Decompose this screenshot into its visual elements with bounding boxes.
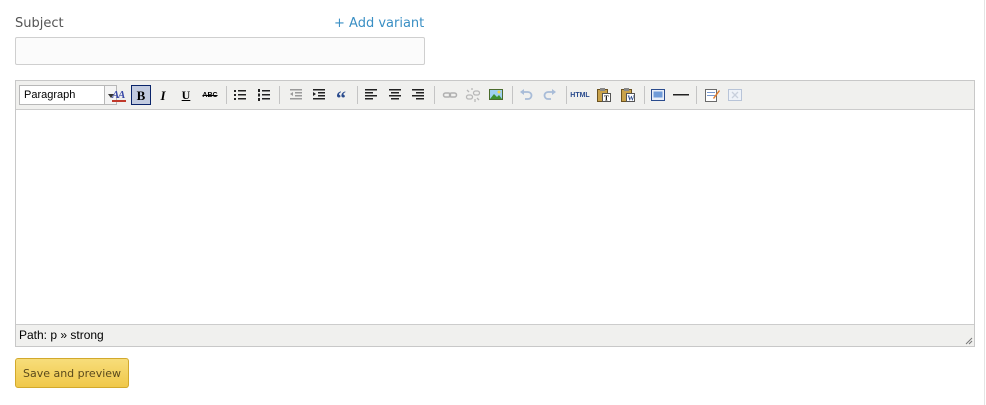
align-left-icon[interactable] — [361, 85, 381, 105]
underline-button[interactable]: U — [176, 85, 196, 105]
svg-text:T: T — [604, 95, 609, 103]
bullet-list-icon[interactable] — [230, 85, 250, 105]
rich-text-editor: Paragraph A A B I U ABC “ HTML T W Path:… — [15, 80, 975, 347]
unlink-icon[interactable] — [463, 85, 483, 105]
undo-icon[interactable] — [516, 85, 536, 105]
italic-icon: I — [160, 87, 166, 103]
indent-icon[interactable] — [309, 85, 329, 105]
editor-statusbar: Path: p » strong — [16, 324, 974, 346]
font-color-icon[interactable]: A A — [109, 85, 129, 105]
paste-text-icon[interactable]: T — [594, 85, 614, 105]
horizontal-rule-icon[interactable] — [671, 85, 691, 105]
subject-label: Subject — [15, 16, 64, 31]
editor-content-area[interactable] — [16, 110, 974, 325]
format-select[interactable]: Paragraph — [19, 85, 105, 105]
underline-icon: U — [181, 88, 191, 102]
align-center-icon[interactable] — [385, 85, 405, 105]
blockquote-button[interactable]: “ — [331, 85, 351, 109]
redo-icon[interactable] — [540, 85, 560, 105]
toolbar-separator — [279, 86, 280, 104]
toolbar-separator — [357, 86, 358, 104]
edit-attributes-icon[interactable] — [702, 85, 722, 105]
page-edge-divider — [984, 0, 985, 405]
subject-input[interactable] — [15, 37, 425, 65]
toolbar-separator — [226, 86, 227, 104]
paste-word-icon[interactable]: W — [618, 85, 638, 105]
align-right-icon[interactable] — [408, 85, 428, 105]
outdent-icon[interactable] — [286, 85, 306, 105]
image-icon[interactable] — [486, 85, 506, 105]
resize-grip-icon[interactable] — [963, 335, 973, 345]
save-and-preview-button[interactable]: Save and preview — [15, 358, 129, 388]
bold-button[interactable]: B — [131, 85, 151, 105]
strikethrough-button[interactable]: ABC — [200, 85, 220, 105]
html-source-icon: HTML — [570, 91, 590, 99]
remove-format-icon[interactable] — [725, 85, 745, 105]
italic-button[interactable]: I — [153, 85, 173, 105]
strikethrough-icon: ABC — [202, 91, 218, 99]
add-variant-link[interactable]: + Add variant — [334, 15, 424, 32]
svg-text:A: A — [117, 89, 125, 101]
toolbar-separator — [566, 86, 567, 104]
svg-text:W: W — [628, 95, 635, 103]
toolbar-separator — [512, 86, 513, 104]
element-path: Path: p » strong — [19, 328, 104, 342]
html-source-button[interactable]: HTML — [570, 85, 590, 105]
blockquote-icon: “ — [336, 88, 346, 110]
toolbar-separator — [696, 86, 697, 104]
link-icon[interactable] — [440, 85, 460, 105]
numbered-list-icon[interactable] — [254, 85, 274, 105]
toolbar-separator — [434, 86, 435, 104]
media-icon[interactable] — [648, 85, 668, 105]
editor-toolbar: Paragraph A A B I U ABC “ HTML T W — [16, 81, 974, 110]
bold-icon: B — [136, 87, 146, 103]
toolbar-separator — [644, 86, 645, 104]
